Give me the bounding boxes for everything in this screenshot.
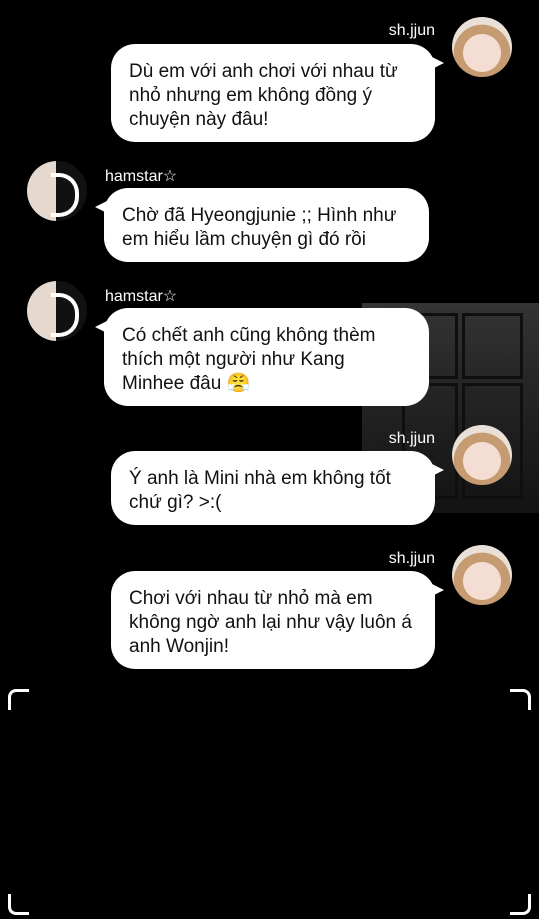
message-text: Chơi với nhau từ nhỏ mà em không ngờ anh… bbox=[129, 588, 412, 657]
sender-name: sh.jjun bbox=[388, 430, 435, 447]
message-text: Ý anh là Mini nhà em không tốt chứ gì? >… bbox=[129, 468, 391, 513]
frame-corner-bottom-left bbox=[8, 894, 29, 915]
message-text: Dù em với anh chơi với nhau từ nhỏ nhưng… bbox=[129, 61, 398, 130]
sender-name: sh.jjun bbox=[388, 22, 435, 39]
avatar-hamstar[interactable] bbox=[27, 161, 87, 221]
avatar-shjjun[interactable] bbox=[452, 17, 512, 77]
message-text: Chờ đã Hyeongjunie ;; Hình như em hiểu l… bbox=[122, 205, 397, 250]
avatar-shjjun[interactable] bbox=[452, 545, 512, 605]
sender-name: hamstar☆ bbox=[105, 168, 178, 185]
message-bubble: Ý anh là Mini nhà em không tốt chứ gì? >… bbox=[111, 451, 444, 525]
avatar-hamstar[interactable] bbox=[27, 281, 87, 341]
frame-corner-top-left bbox=[8, 689, 29, 710]
sender-name: sh.jjun bbox=[388, 550, 435, 567]
avatar-shjjun[interactable] bbox=[452, 425, 512, 485]
message-bubble: Chơi với nhau từ nhỏ mà em không ngờ anh… bbox=[111, 571, 444, 669]
sender-name: hamstar☆ bbox=[105, 288, 178, 305]
message-bubble: Chờ đã Hyeongjunie ;; Hình như em hiểu l… bbox=[95, 188, 429, 262]
frame-corner-top-right bbox=[510, 689, 531, 710]
message-bubble: Có chết anh cũng không thèm thích một ng… bbox=[95, 308, 429, 406]
frame-corner-bottom-right bbox=[510, 894, 531, 915]
message-text: Có chết anh cũng không thèm thích một ng… bbox=[122, 325, 376, 394]
window-pane bbox=[462, 313, 523, 379]
message-bubble: Dù em với anh chơi với nhau từ nhỏ nhưng… bbox=[111, 44, 444, 142]
